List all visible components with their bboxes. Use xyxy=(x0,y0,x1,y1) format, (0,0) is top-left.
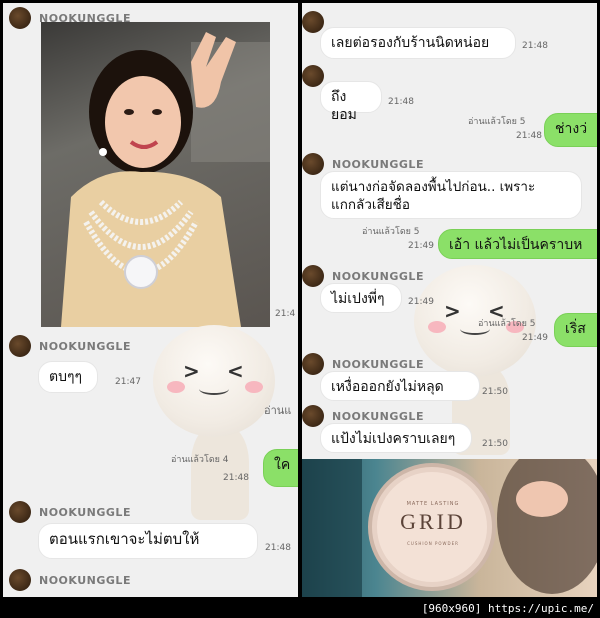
sent-message-bubble[interactable]: ช่างว่ xyxy=(544,113,597,147)
avatar[interactable] xyxy=(9,335,31,357)
message-time: 21:48 xyxy=(522,41,548,51)
mascot-blush xyxy=(167,381,185,393)
sender-name: NOOKUNGGLE xyxy=(332,409,424,423)
avatar[interactable] xyxy=(9,7,31,29)
sender-row: NOOKUNGGLE xyxy=(9,335,131,357)
message-time: 21:48 xyxy=(223,473,249,483)
sender-row: NOOKUNGGLE xyxy=(9,501,131,523)
read-receipt: อ่านแล้วโดย 5 xyxy=(362,227,420,237)
left-chat-panel: NOOKUNGGLE 21:4 NOOKUNGGLE > < ตบๆๆ 21:4… xyxy=(3,3,298,597)
avatar[interactable] xyxy=(302,353,324,375)
avatar[interactable] xyxy=(9,569,31,591)
message-bubble[interactable]: แป้งไม่เปงคราบเลยๆ xyxy=(320,423,472,453)
photo-timestamp: 21:4 xyxy=(275,309,296,319)
avatar[interactable] xyxy=(302,153,324,175)
message-bubble-multiline[interactable]: แต่นางก่อจัดลองพื้นไปก่อน.. เพราะ แกกลัว… xyxy=(320,171,582,219)
message-time: 21:50 xyxy=(482,439,508,449)
mascot-eye-left: > xyxy=(444,299,461,323)
sticker-mascot[interactable]: > < xyxy=(153,325,283,525)
mascot-mouth xyxy=(199,383,229,395)
message-bubble[interactable]: เลยต่อรองกับร้านนิดหน่อย xyxy=(320,27,516,59)
product-brand: GRID xyxy=(400,509,466,534)
message-line: แต่นางก่อจัดลองพื้นไปก่อน.. เพราะ xyxy=(331,179,536,195)
avatar[interactable] xyxy=(302,11,324,33)
sent-message-bubble[interactable]: เริ่ส xyxy=(554,313,597,347)
message-time: 21:49 xyxy=(408,241,434,251)
mascot-blush xyxy=(428,321,446,333)
read-receipt: อ่านแล้วโดย 5 xyxy=(468,117,526,127)
product-photo[interactable]: MATTE LASTING GRID CUSHION POWDER xyxy=(302,459,597,597)
sender-name: NOOKUNGGLE xyxy=(332,269,424,283)
sent-message-bubble[interactable]: เอ้า แล้วไม่เป็นคราบห xyxy=(438,229,597,259)
product-bottom-text: CUSHION POWDER xyxy=(407,541,459,546)
sender-name: NOOKUNGGLE xyxy=(39,505,131,519)
message-bubble[interactable]: ตบๆๆ xyxy=(38,361,98,393)
selfie-photo-art xyxy=(61,32,270,327)
avatar[interactable] xyxy=(302,405,324,427)
sender-name: NOOKUNGGLE xyxy=(332,357,424,371)
sender-name: NOOKUNGGLE xyxy=(332,157,424,171)
message-time: 21:49 xyxy=(408,297,434,307)
sender-row: NOOKUNGGLE xyxy=(9,569,131,591)
message-time: 21:48 xyxy=(388,97,414,107)
avatar[interactable] xyxy=(9,501,31,523)
avatar[interactable] xyxy=(302,265,324,287)
message-time: 21:48 xyxy=(265,543,291,553)
mascot-blush xyxy=(245,381,263,393)
message-time: 21:47 xyxy=(115,377,141,387)
mascot-eye-left: > xyxy=(183,359,200,383)
message-bubble[interactable]: ถึงยอม xyxy=(320,81,382,123)
message-line: แกกลัวเสียชื่อ xyxy=(331,197,410,213)
right-chat-panel: เลยต่อรองกับร้านนิดหน่อย 21:48 ถึงยอม 21… xyxy=(302,3,597,597)
product-top-text: MATTE LASTING xyxy=(406,501,460,507)
message-bubble[interactable]: ตอนแรกเขาจะไม่ตบให้ xyxy=(38,523,258,559)
message-bubble[interactable]: ไม่เปงพี่ๆ xyxy=(320,283,402,313)
read-receipt: อ่านแล้วโดย 5 xyxy=(478,319,536,329)
message-time: 21:48 xyxy=(516,131,542,141)
message-time: 21:49 xyxy=(522,333,548,343)
sender-name: NOOKUNGGLE xyxy=(39,573,131,587)
read-receipt-partial: อ่านแ xyxy=(264,404,292,417)
sent-message-bubble[interactable]: ใค xyxy=(263,449,298,487)
mascot-eye-right: < xyxy=(227,359,244,383)
read-receipt: อ่านแล้วโดย 4 xyxy=(171,455,229,465)
watermark: [960x960] https://upic.me/ xyxy=(421,602,594,615)
sender-name: NOOKUNGGLE xyxy=(39,339,131,353)
selfie-photo[interactable] xyxy=(41,22,270,327)
message-bubble[interactable]: เหงื่อออกยังไม่หลุด xyxy=(320,371,480,401)
message-time: 21:50 xyxy=(482,387,508,397)
avatar[interactable] xyxy=(302,65,324,87)
